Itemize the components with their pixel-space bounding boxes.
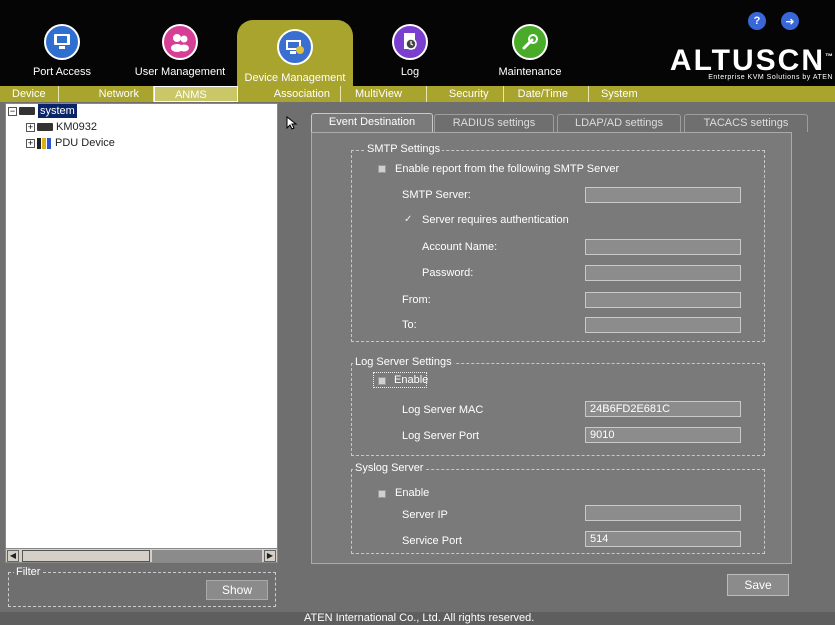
scrollbar-thumb[interactable] [22,550,150,562]
sub-nav: Device Network ANMS Association MultiVie… [0,86,835,102]
port-access-icon [44,24,80,60]
smtp-enable-checkbox[interactable] [378,165,386,173]
server-icon [19,107,35,115]
device-management-icon [277,29,313,65]
tree-horizontal-scrollbar[interactable]: ◀ ▶ [5,548,278,563]
help-icon[interactable]: ? [748,12,766,30]
nav-device-management[interactable]: Device Management [237,20,353,86]
to-input[interactable] [585,317,741,333]
nav-label: User Management [134,66,226,78]
syslog-server-title: Syslog Server [353,462,426,474]
tree-node-pdu-device[interactable]: + PDU Device [26,136,115,150]
smtp-auth-label: Server requires authentication [422,214,569,226]
syslog-service-port-label: Service Port [402,535,462,547]
nav-user-management[interactable]: User Management [130,20,230,80]
syslog-enable-checkbox[interactable] [378,490,386,498]
smtp-server-label: SMTP Server: [402,189,471,201]
mouse-cursor-icon [286,116,298,130]
tree-node-system[interactable]: − system [8,104,77,118]
trademark: ™ [825,52,833,61]
subnav-date-time[interactable]: Date/Time [504,86,589,102]
nav-label: Port Access [32,66,92,78]
syslog-server-ip-label: Server IP [402,509,448,521]
syslog-enable-label: Enable [395,487,430,499]
nav-label: Log [400,66,420,78]
footer: ATEN International Co., Ltd. All rights … [0,612,835,625]
from-input[interactable] [585,292,741,308]
tab-ldap-ad-settings[interactable]: LDAP/AD settings [557,114,681,132]
wrench-icon [512,24,548,60]
log-server-mac-label: Log Server MAC [402,404,484,416]
pdu-icon [37,137,51,149]
nav-maintenance[interactable]: Maintenance [490,20,570,80]
password-input[interactable] [585,265,741,281]
copyright-text: ATEN International Co., Ltd. All rights … [304,612,535,624]
nav-label: Device Management [244,72,346,84]
subnav-security[interactable]: Security [427,86,504,102]
show-button[interactable]: Show [206,580,268,600]
tab-tacacs-settings[interactable]: TACACS settings [684,114,808,132]
smtp-server-input[interactable] [585,187,741,203]
nav-label: Maintenance [498,66,562,78]
log-server-settings-title: Log Server Settings [353,356,454,368]
kvm-switch-icon [37,123,53,131]
tab-event-destination[interactable]: Event Destination [311,113,433,133]
smtp-enable-label: Enable report from the following SMTP Se… [395,163,620,175]
brand-name: ALTUSCN [669,44,825,77]
log-server-enable-label: Enable [394,374,429,386]
log-server-port-input[interactable]: 9010 [585,427,741,443]
tree-node-km0932[interactable]: + KM0932 [26,120,97,134]
collapse-icon[interactable]: − [8,106,17,116]
tree-label: KM0932 [56,121,97,133]
to-label: To: [402,319,417,331]
smtp-auth-checkbox[interactable]: ✓ [404,215,412,225]
scroll-left-icon[interactable]: ◀ [7,550,19,562]
subnav-system[interactable]: System [589,86,652,102]
nav-port-access[interactable]: Port Access [22,20,102,80]
scrollbar-track[interactable] [152,550,262,562]
log-icon [392,24,428,60]
log-server-port-label: Log Server Port [402,430,480,442]
logout-icon[interactable]: ➜ [781,12,799,30]
log-server-enable-checkbox[interactable] [378,377,386,385]
password-label: Password: [422,267,474,279]
nav-log[interactable]: Log [380,20,440,80]
tree-label: system [38,104,77,118]
save-button[interactable]: Save [727,574,789,596]
subnav-network[interactable]: Network [59,86,154,102]
users-icon [162,24,198,60]
syslog-service-port-input[interactable]: 514 [585,531,741,547]
device-tree: − system + KM0932 + PDU Device [5,103,278,563]
filter-label: Filter [14,566,43,578]
account-name-input[interactable] [585,239,741,255]
subnav-multiview[interactable]: MultiView [341,86,427,102]
scroll-right-icon[interactable]: ▶ [264,550,276,562]
top-header: Port Access User Management Device Manag… [0,0,835,86]
expand-icon[interactable]: + [26,122,35,132]
subnav-association[interactable]: Association [238,86,342,102]
tree-label: PDU Device [55,137,115,149]
account-name-label: Account Name: [422,241,498,253]
subnav-anms[interactable]: ANMS [153,86,238,102]
subnav-device[interactable]: Device [0,86,59,102]
brand-logo: ALTUSCN™ Enterprise KVM Solutions by ATE… [665,42,833,82]
syslog-server-ip-input[interactable] [585,505,741,521]
expand-icon[interactable]: + [26,138,35,148]
from-label: From: [402,294,431,306]
tab-radius-settings[interactable]: RADIUS settings [434,114,554,132]
log-server-mac-input[interactable]: 24B6FD2E681C [585,401,741,417]
smtp-settings-title: SMTP Settings [365,143,443,155]
